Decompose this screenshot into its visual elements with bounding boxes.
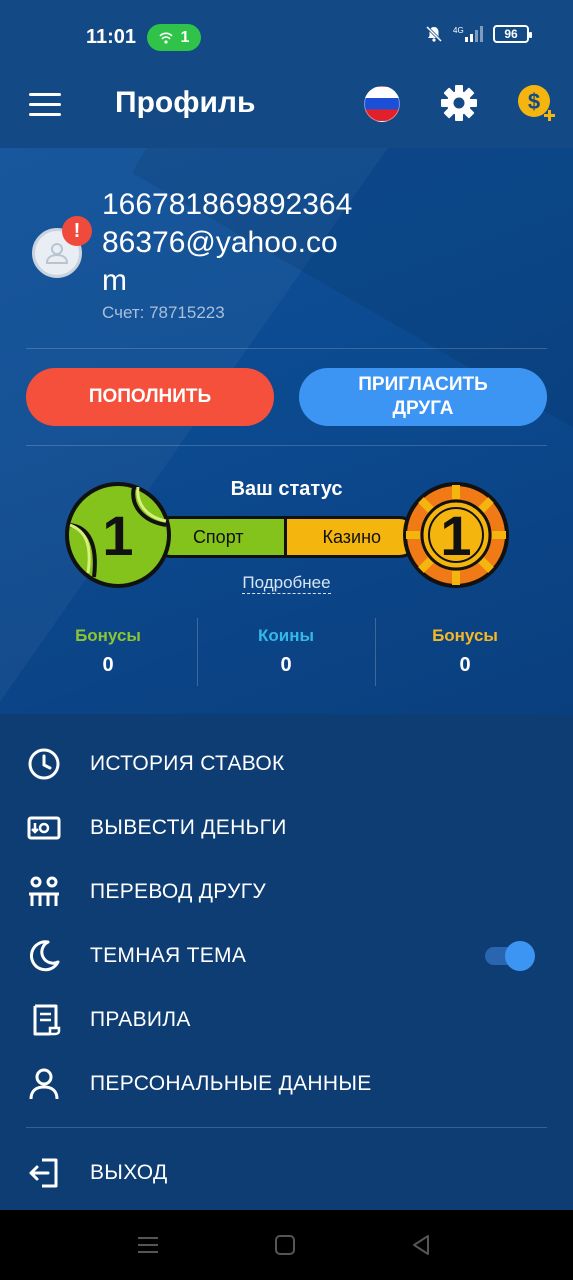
coin-plus-icon[interactable]: $ — [516, 83, 556, 123]
more-link-label: Подробнее — [242, 573, 331, 594]
svg-text:4G: 4G — [453, 26, 464, 35]
user-icon — [29, 1068, 59, 1100]
status-time: 11:01 — [86, 26, 137, 48]
home-icon[interactable] — [270, 1230, 300, 1260]
casino-segment[interactable]: Казино — [286, 519, 417, 555]
deposit-button-label: ПОПОЛНИТЬ — [88, 386, 212, 407]
profile-menu: ИСТОРИЯ СТАВОК ВЫВЕСТИ ДЕНЬГИ ПЕРЕВОД ДР… — [0, 714, 573, 1210]
stat-value: 0 — [280, 654, 292, 676]
clock-history-icon — [28, 748, 60, 780]
back-icon[interactable] — [406, 1230, 436, 1260]
menu-icon[interactable] — [29, 93, 61, 117]
invite-button-label: ПРИГЛАСИТЬ ДРУГА — [358, 374, 488, 419]
system-status-bar: 11:01 1 4G 96 — [0, 0, 573, 70]
account-number: Счет: 78715223 — [102, 303, 225, 322]
menu-item-label: ПЕРЕВОД ДРУГУ — [90, 880, 267, 903]
rules-document-icon — [33, 1004, 61, 1036]
system-navigation-bar — [0, 1210, 573, 1280]
menu-item-personal-data[interactable]: ПЕРСОНАЛЬНЫЕ ДАННЫЕ — [0, 1056, 573, 1112]
menu-item-transfer-friend[interactable]: ПЕРЕВОД ДРУГУ — [0, 864, 573, 920]
menu-item-label: ПРАВИЛА — [90, 1008, 191, 1031]
mute-bell-icon — [425, 25, 443, 43]
menu-item-dark-theme[interactable]: ТЕМНАЯ ТЕМА — [0, 928, 573, 984]
logout-icon — [29, 1158, 58, 1188]
menu-item-rules[interactable]: ПРАВИЛА — [0, 992, 573, 1048]
dark-theme-toggle[interactable] — [485, 941, 535, 971]
moon-icon — [29, 940, 60, 972]
sport-bonuses-stat: Бонусы 0 — [18, 626, 198, 677]
casino-level: 1 — [440, 504, 471, 567]
menu-item-label: ИСТОРИЯ СТАВОК — [90, 752, 285, 775]
status-details-link[interactable]: Подробнее — [0, 573, 573, 594]
profile-panel: ! 16678186989236486376@yahoo.com Счет: 7… — [0, 148, 573, 714]
sport-segment[interactable]: Спорт — [153, 519, 287, 555]
stat-label: Бонусы — [432, 626, 498, 645]
stat-label: Коины — [258, 626, 314, 645]
signal-icon: 4G — [453, 26, 483, 42]
menu-item-label: ПЕРСОНАЛЬНЫЕ ДАННЫЕ — [90, 1072, 372, 1095]
avatar-user-icon — [45, 243, 69, 264]
app-header: Профиль $ — [0, 70, 573, 148]
menu-item-bet-history[interactable]: ИСТОРИЯ СТАВОК — [0, 736, 573, 792]
stat-label: Бонусы — [75, 626, 141, 645]
coins-stat: Коины 0 — [196, 626, 376, 677]
divider — [26, 1127, 547, 1128]
alert-badge[interactable]: ! — [62, 216, 92, 246]
battery-icon: 96 — [493, 25, 532, 43]
menu-item-label: ВЫВЕСТИ ДЕНЬГИ — [90, 816, 287, 839]
stat-value: 0 — [459, 654, 471, 676]
battery-level: 96 — [504, 27, 518, 41]
divider — [26, 445, 547, 446]
stat-value: 0 — [102, 654, 114, 676]
status-progress-bar[interactable]: Спорт Казино — [150, 516, 420, 558]
withdraw-money-icon — [27, 816, 61, 840]
recent-apps-icon[interactable] — [133, 1230, 163, 1260]
sport-level: 1 — [102, 504, 133, 567]
gear-icon[interactable] — [440, 84, 478, 122]
svg-text:$: $ — [528, 89, 540, 114]
user-email: 16678186989236486376@yahoo.com — [102, 188, 353, 297]
hotspot-count: 1 — [180, 28, 190, 46]
russia-flag-icon[interactable] — [364, 86, 400, 122]
menu-item-label: ТЕМНАЯ ТЕМА — [90, 944, 247, 967]
menu-item-withdraw[interactable]: ВЫВЕСТИ ДЕНЬГИ — [0, 800, 573, 856]
transfer-friend-icon — [29, 876, 59, 906]
divider — [26, 348, 547, 349]
hotspot-icon — [158, 31, 173, 44]
menu-item-logout[interactable]: ВЫХОД — [0, 1145, 573, 1201]
page-title: Профиль — [115, 86, 256, 119]
invite-friend-button[interactable]: ПРИГЛАСИТЬ ДРУГА — [299, 368, 547, 426]
menu-item-label: ВЫХОД — [90, 1161, 168, 1184]
casino-bonuses-stat: Бонусы 0 — [375, 626, 555, 677]
hotspot-pill: 1 — [147, 24, 201, 51]
deposit-button[interactable]: ПОПОЛНИТЬ — [26, 368, 274, 426]
